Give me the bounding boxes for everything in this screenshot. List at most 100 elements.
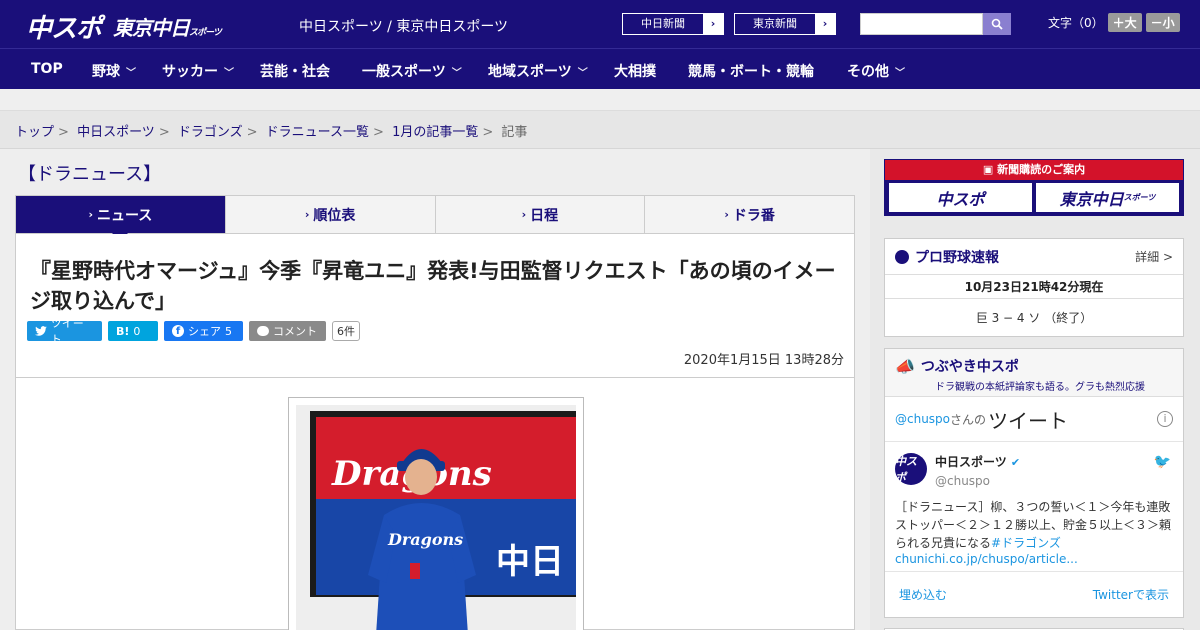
tweet-link[interactable]: chunichi.co.jp/chuspo/article... <box>895 552 1173 566</box>
article-headline: 『星野時代オマージュ』今季『昇竜ユニ』発表!与田監督リクエスト「あの頃のイメージ… <box>30 259 836 313</box>
twitter-widget: 📣 つぶやき中スポ ドラ観戦の本紙評論家も語る。グラも熱烈応援 @chuspo さ… <box>884 348 1184 618</box>
logo-tokyo-text: 東京中日 <box>113 16 190 40</box>
comment-button[interactable]: コメント <box>249 321 326 341</box>
chunichi-shimbun-link[interactable]: 中日新聞 › <box>622 13 724 35</box>
search-button[interactable] <box>983 13 1011 35</box>
nav-item-local-sports[interactable]: 地域スポーツ ﹀ <box>488 61 588 81</box>
font-size-control: 文字（0） ＋大 －小 <box>1048 13 1180 32</box>
tab-label: 順位表 <box>313 207 356 224</box>
breadcrumb-separator: > <box>158 125 170 140</box>
main-content: 【ドラニュース】 › ニュース › 順位表 › 日程 › ドラ番 『星野時代オマージュ』… <box>0 149 870 630</box>
tokyo-shimbun-label: 東京新聞 <box>753 17 797 30</box>
nav-item-entertainment[interactable]: 芸能・社会 <box>260 61 330 81</box>
logo-tokyo-chunichi[interactable]: 東京中日スポーツ <box>113 12 222 41</box>
logo-chuspo[interactable]: 中スポ <box>26 8 102 45</box>
ad-logos: 中スポ 東京中日 スポーツ <box>885 180 1183 215</box>
tab-reporters[interactable]: › ドラ番 <box>645 196 854 233</box>
avatar[interactable]: 中スポ <box>895 453 927 485</box>
baseball-icon <box>895 249 909 264</box>
site-name[interactable]: 中日スポーツ / 東京中日スポーツ <box>299 16 508 36</box>
ad-title: ▣ 新聞購読のご案内 <box>885 160 1183 180</box>
breadcrumb-news-list[interactable]: ドラニュース一覧 <box>266 125 369 140</box>
tsubuyaki-header: 📣 つぶやき中スポ ドラ観戦の本紙評論家も語る。グラも熱烈応援 <box>885 349 1183 397</box>
tab-standings[interactable]: › 順位表 <box>226 196 436 233</box>
facebook-share-button[interactable]: f シェア 5 <box>164 321 243 341</box>
article: 『星野時代オマージュ』今季『昇竜ユニ』発表!与田監督リクエスト「あの頃のイメージ… <box>15 234 855 630</box>
search-input[interactable] <box>860 13 983 35</box>
breadcrumb-chuspo[interactable]: 中日スポーツ <box>77 125 155 140</box>
breadcrumb-top[interactable]: トップ <box>15 125 54 140</box>
tweet-hashtag[interactable]: #ドラゴンズ <box>991 536 1061 550</box>
baseball-widget-header: プロ野球速報 詳細 > <box>885 239 1183 275</box>
baseball-live-widget: プロ野球速報 詳細 > 10月23日21時42分現在 巨 3 − 4 ソ （終了… <box>884 238 1184 337</box>
chevron-right-icon: › <box>521 208 527 221</box>
chevron-down-icon: ﹀ <box>451 67 462 79</box>
account-name[interactable]: 中日スポーツ <box>935 455 1007 469</box>
nav-item-sumo[interactable]: 大相撲 <box>614 61 656 81</box>
breadcrumb-january[interactable]: 1月の記事一覧 <box>392 125 478 140</box>
tweet-account[interactable]: 中スポ 中日スポーツ ✔ @chuspo <box>895 453 1173 488</box>
nav-item-keiba[interactable]: 競馬・ボート・競輪 <box>688 61 814 81</box>
nav-label: TOP <box>31 61 63 77</box>
baseball-score[interactable]: 巨 3 − 4 ソ （終了） <box>885 299 1183 337</box>
share-bar: ツイート B! 0 f シェア 5 コメント 6件 <box>27 317 360 346</box>
subscription-ad[interactable]: ▣ 新聞購読のご案内 中スポ 東京中日 スポーツ <box>884 159 1184 216</box>
tweets-heading: ツイート <box>988 408 1069 433</box>
chevron-down-icon: ﹀ <box>895 67 905 79</box>
breadcrumb: トップ > 中日スポーツ > ドラゴンズ > ドラニュース一覧 > 1月の記事一覧 > 記… <box>15 121 527 140</box>
tweet-label: ツイート <box>50 317 84 346</box>
nav-item-other[interactable]: その他 ﹀ <box>847 61 905 81</box>
tab-label: 日程 <box>530 207 559 224</box>
facebook-share-count: 5 <box>225 324 232 338</box>
tab-news[interactable]: › ニュース <box>16 196 226 241</box>
hatena-bookmark-button[interactable]: B! 0 <box>108 321 158 341</box>
tweet-card: 中スポ 中日スポーツ ✔ @chuspo 🐦 ［ドラニュース］柳、３つの誓い＜１… <box>885 442 1183 572</box>
ad-logo-tokyo-chunichi[interactable]: 東京中日 スポーツ <box>1036 183 1179 212</box>
tweet-text: ［ドラニュース］柳、３つの誓い＜１＞今年も連敗ストッパー＜２＞１２勝以上、貯金５… <box>895 498 1173 552</box>
nav-label: 野球 <box>92 64 120 80</box>
tab-schedule[interactable]: › 日程 <box>436 196 646 233</box>
chevron-down-icon: ﹀ <box>224 67 234 79</box>
ad-logo-tokyo-small: スポーツ <box>1123 193 1156 202</box>
photo-jersey-text: Dragons <box>387 530 463 549</box>
comment-count[interactable]: 6件 <box>332 321 360 341</box>
font-smaller-button[interactable]: －小 <box>1145 13 1180 32</box>
article-photo[interactable]: Dragons 中日 Dragons <box>296 405 576 630</box>
nav-item-top[interactable]: TOP <box>31 61 63 77</box>
chevron-right-icon: › <box>815 14 835 34</box>
font-larger-button[interactable]: ＋大 <box>1107 13 1142 32</box>
nav-item-soccer[interactable]: サッカー ﹀ <box>162 61 234 81</box>
comment-label: コメント <box>273 325 317 338</box>
tweet-button[interactable]: ツイート <box>27 317 102 346</box>
site-logo[interactable]: 中スポ 東京中日スポーツ <box>26 8 222 45</box>
baseball-widget-title: プロ野球速報 <box>915 249 999 266</box>
nav-label: 競馬・ボート・競輪 <box>688 64 814 80</box>
hatena-icon: B! <box>116 324 130 338</box>
comment-icon <box>257 326 269 336</box>
tweets-handle-link[interactable]: @chuspo <box>895 412 950 426</box>
breadcrumb-dragons[interactable]: ドラゴンズ <box>178 125 243 140</box>
chevron-down-icon: ﹀ <box>126 67 136 79</box>
newspaper-icon: ▣ <box>982 163 998 176</box>
twitter-bird-icon[interactable]: 🐦 <box>1154 454 1171 470</box>
chevron-right-icon: › <box>703 14 723 34</box>
font-size-label: 文字（0） <box>1048 16 1104 30</box>
search-icon <box>991 18 1003 30</box>
ad-logo-chuspo[interactable]: 中スポ <box>889 183 1032 212</box>
megaphone-icon: 📣 <box>895 356 915 376</box>
account-handle[interactable]: @chuspo <box>935 474 1020 488</box>
baseball-details-link[interactable]: 詳細 > <box>1135 248 1173 265</box>
tokyo-shimbun-link[interactable]: 東京新聞 › <box>734 13 836 35</box>
embed-link[interactable]: 埋め込む <box>899 586 947 603</box>
view-on-twitter-link[interactable]: Twitterで表示 <box>1093 586 1169 603</box>
ad-title-text: 新聞購読のご案内 <box>997 163 1086 176</box>
nav-item-baseball[interactable]: 野球 ﹀ <box>92 61 136 81</box>
info-icon[interactable]: i <box>1157 411 1173 427</box>
account-info: 中日スポーツ ✔ @chuspo <box>935 453 1020 488</box>
chevron-right-icon: › <box>304 208 310 221</box>
nav-item-general-sports[interactable]: 一般スポーツ ﹀ <box>362 61 462 81</box>
breadcrumb-separator: > <box>373 125 384 140</box>
logo-tokyo-small: スポーツ <box>189 28 222 38</box>
ad-logo-tokyo-text: 東京中日 <box>1059 189 1124 209</box>
breadcrumb-separator: > <box>482 125 494 140</box>
